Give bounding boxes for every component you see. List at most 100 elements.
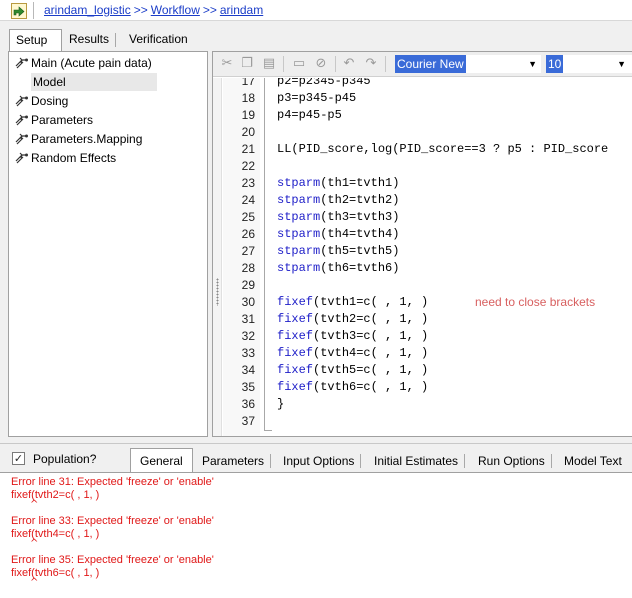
code-line: LL(PID_score,log(PID_score==3 ? p5 : PID…: [277, 142, 609, 156]
error-caret: ^: [30, 538, 39, 549]
copy-icon[interactable]: ❐: [239, 56, 255, 72]
line-number: 32: [241, 329, 255, 343]
line-number: 19: [241, 108, 255, 122]
code-keyword: stparm: [277, 193, 321, 207]
line-number: 37: [241, 414, 255, 428]
breadcrumb-link-project[interactable]: arindam_logistic: [44, 3, 131, 17]
tab-results[interactable]: Results: [63, 29, 117, 51]
error-message: Error line 33: Expected 'freeze' or 'ena…: [11, 515, 214, 527]
cut-icon[interactable]: ✂: [219, 56, 235, 72]
code-text: (tvth3=c( , 1, ): [313, 329, 429, 343]
code-line: }: [277, 397, 285, 411]
toolbar-separator: [335, 56, 336, 72]
tree-item-parameters[interactable]: Parameters: [15, 111, 93, 129]
tree-item-label: Random Effects: [31, 151, 117, 165]
tree-item-label: Main (Acute pain data): [31, 56, 152, 70]
line-number-gutter: 17 18 19 20 21 22 23 24 25 26 27 28 29 30 31 32 33 34 35 36…: [223, 78, 260, 436]
undo-icon[interactable]: ↶: [341, 56, 357, 72]
line-number: 20: [241, 125, 255, 139]
model-node-icon: [15, 152, 28, 164]
error-message: Error line 31: Expected 'freeze' or 'ena…: [11, 476, 214, 488]
tree-item-model[interactable]: Model: [31, 73, 157, 91]
tab-model-text[interactable]: Model Text: [564, 449, 622, 473]
redo-icon[interactable]: ↷: [363, 56, 379, 72]
uncomment-icon[interactable]: ⊘: [313, 56, 329, 72]
line-number: 24: [241, 193, 255, 207]
code-text: (tvth4=c( , 1, ): [313, 346, 429, 360]
code-line: p3=p345-p45: [277, 91, 357, 105]
tree-item-random-effects[interactable]: Random Effects: [15, 149, 116, 167]
chevron-down-icon[interactable]: ▼: [528, 55, 537, 73]
tab-separator: [270, 454, 272, 468]
splitter-handle-icon[interactable]: [216, 278, 219, 306]
error-caret: ^: [30, 577, 39, 588]
line-number: 17: [241, 78, 255, 88]
code-keyword: stparm: [277, 227, 321, 241]
top-tab-strip: Setup Results Verification: [0, 29, 632, 51]
code-keyword: fixef: [277, 346, 314, 360]
panel-divider[interactable]: [0, 443, 632, 444]
editor-annotation: need to close brackets: [475, 295, 596, 309]
line-number: 30: [241, 295, 255, 309]
line-number: 35: [241, 380, 255, 394]
error-message: Error line 35: Expected 'freeze' or 'ena…: [11, 554, 214, 566]
line-number: 25: [241, 210, 255, 224]
tab-input-options-label: Input Options: [283, 454, 355, 468]
chevron-down-icon[interactable]: ▼: [617, 55, 626, 73]
tab-separator: [360, 454, 362, 468]
code-text: (th4=tvth4): [320, 227, 400, 241]
breadcrumb-link-model[interactable]: arindam: [220, 3, 263, 17]
tree-item-parameters-mapping[interactable]: Parameters.Mapping: [15, 130, 142, 148]
tree-item-dosing[interactable]: Dosing: [15, 92, 68, 110]
line-number: 36: [241, 397, 255, 411]
tab-run-options[interactable]: Run Options: [478, 449, 552, 473]
code-text-area[interactable]: p2=p2345-p345 p3=p345-p45 p4=p45-p5 LL(PID_…: [261, 78, 632, 436]
tab-parameters[interactable]: Parameters: [202, 449, 272, 473]
toolbar-separator: [385, 56, 386, 72]
paste-icon[interactable]: ▤: [261, 56, 277, 72]
model-node-icon: [15, 133, 28, 145]
tab-separator: [115, 33, 117, 47]
model-tree: Main (Acute pain data) Model Dosing Para…: [8, 51, 208, 437]
code-line: stparm(th1=tvth1): [277, 175, 399, 192]
breadcrumb-separator: >>: [133, 3, 148, 17]
tab-general[interactable]: General: [130, 448, 193, 473]
population-checkbox[interactable]: ✓: [12, 452, 25, 465]
code-text: (tvth1=c( , 1, ): [313, 295, 429, 309]
line-number: 23: [241, 176, 255, 190]
line-number: 21: [241, 142, 255, 156]
breadcrumb-link-workflow[interactable]: Workflow: [151, 3, 200, 17]
workflow-arrow-icon[interactable]: [11, 3, 27, 19]
code-text: (tvth6=c( , 1, ): [313, 380, 429, 394]
code-keyword: stparm: [277, 210, 321, 224]
comment-icon[interactable]: ▭: [291, 56, 307, 72]
tab-input-options[interactable]: Input Options: [283, 449, 362, 473]
splitter-gutter[interactable]: [213, 78, 222, 436]
code-keyword: fixef: [277, 295, 314, 309]
code-text: (tvth5=c( , 1, ): [313, 363, 429, 377]
tab-setup[interactable]: Setup: [9, 29, 62, 51]
tab-initial-estimates-label: Initial Estimates: [374, 454, 459, 468]
error-caret: ^: [30, 499, 39, 510]
font-size-select[interactable]: 10 ▼: [546, 55, 632, 73]
error-output-panel: Error line 31: Expected 'freeze' or 'ena…: [0, 472, 632, 598]
line-number: 34: [241, 363, 255, 377]
editor-toolbar: ✂ ❐ ▤ ▭ ⊘ ↶ ↷ Courier New ▼ 10 ▼: [213, 52, 632, 77]
font-size-value: 10: [546, 55, 564, 73]
code-line: stparm(th5=tvth5): [277, 243, 399, 260]
code-keyword: stparm: [277, 261, 321, 275]
toolbar-separator: [33, 2, 34, 19]
line-number: 33: [241, 346, 255, 360]
breadcrumb-separator: >>: [202, 3, 217, 17]
code-line: stparm(th6=tvth6): [277, 260, 399, 277]
code-keyword: fixef: [277, 363, 314, 377]
code-keyword: stparm: [277, 176, 321, 190]
tree-item-label: Parameters.Mapping: [31, 132, 143, 146]
tab-initial-estimates[interactable]: Initial Estimates: [374, 449, 466, 473]
tree-item-main[interactable]: Main (Acute pain data): [15, 54, 152, 72]
tab-verification[interactable]: Verification: [123, 29, 194, 51]
code-keyword: fixef: [277, 312, 314, 326]
code-text: (th3=tvth3): [320, 210, 400, 224]
code-line: fixef(tvth3=c( , 1, ): [277, 328, 428, 345]
font-family-select[interactable]: Courier New ▼: [395, 55, 541, 73]
